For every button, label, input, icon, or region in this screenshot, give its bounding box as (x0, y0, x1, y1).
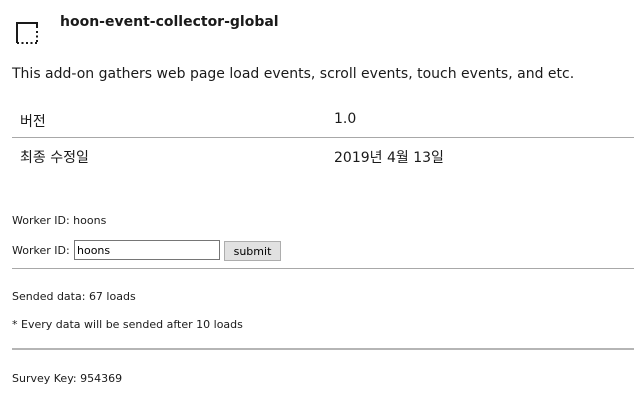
survey-key-prefix: Survey Key: (12, 372, 81, 385)
worker-id-display: Worker ID: hoons (12, 214, 106, 227)
survey-key-value: 954369 (80, 372, 123, 385)
survey-key: Survey Key: 954369 (12, 372, 122, 385)
sended-data-prefix: Sended data: (12, 290, 89, 303)
submit-button[interactable]: submit (224, 241, 281, 261)
dotted-frame-icon (16, 22, 38, 44)
last-updated-value: 2019년 4월 13일 (334, 150, 444, 166)
addon-info-table: 버전 1.0 최종 수정일 2019년 4월 13일 (12, 102, 634, 173)
last-updated-row: 최종 수정일 2019년 4월 13일 (12, 138, 634, 173)
worker-id-form: Worker ID: submit (12, 240, 312, 262)
version-row: 버전 1.0 (12, 102, 634, 138)
upload-notice: * Every data will be sended after 10 loa… (12, 318, 243, 331)
worker-id-input[interactable] (74, 240, 220, 260)
section-divider (12, 348, 634, 350)
sended-data-value: 67 loads (88, 290, 136, 303)
worker-id-display-prefix: Worker ID: (12, 214, 74, 227)
sended-data-status: Sended data: 67 loads (12, 290, 136, 303)
addon-title: hoon-event-collector-global (60, 14, 279, 30)
version-value: 1.0 (334, 111, 357, 127)
worker-id-display-value: hoons (73, 214, 107, 227)
addon-header: hoon-event-collector-global (14, 12, 614, 48)
addon-description: This add-on gathers web page load events… (12, 66, 575, 82)
section-divider (12, 268, 634, 269)
last-updated-label: 최종 수정일 (20, 150, 89, 166)
version-label: 버전 (20, 114, 46, 130)
worker-id-form-label: Worker ID: (12, 244, 70, 257)
